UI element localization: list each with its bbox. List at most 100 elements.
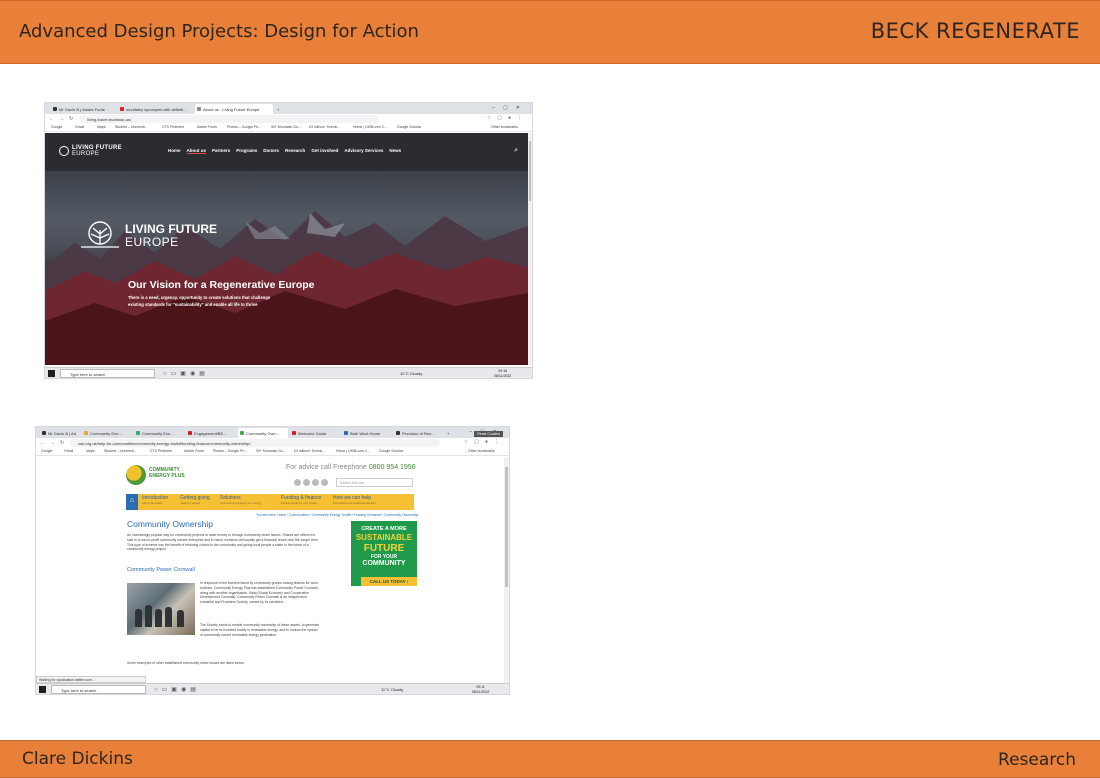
menu-item-donors[interactable]: Donors (263, 148, 279, 154)
scrollbar-thumb[interactable] (505, 467, 508, 587)
windows-start-icon[interactable] (39, 686, 46, 693)
weather-widget[interactable]: 11°C Cloudy (400, 371, 422, 376)
bookmark[interactable]: Google Scholar (379, 449, 403, 453)
bookmark[interactable]: Maps (86, 449, 95, 453)
nav-arrows-icon[interactable]: ←→↻ (40, 440, 69, 446)
taskbar-app-icons[interactable]: ○▭▣◉▤ (163, 370, 209, 377)
menu-item-programs[interactable]: Programs (236, 148, 257, 154)
tab-favicon-icon (292, 431, 296, 435)
browser-tab[interactable]: Mr Gavin B | Ad (40, 428, 80, 438)
bookmark[interactable]: Home | UKIB.com C... (336, 449, 370, 453)
footer-bar: Clare Dickins Research (0, 740, 1100, 778)
bookmark[interactable]: Google Scholar (397, 125, 421, 129)
site-menu: ⌂ Introduction About the toolkit Getting … (126, 494, 414, 510)
bookmark[interactable]: Google (41, 449, 52, 453)
taskbar-app-icons[interactable]: ○▭▣◉▤ (154, 686, 200, 693)
browser-status-bar: Waiting for syndication.twitter.com... (36, 676, 146, 683)
bookmark[interactable]: Home | UKIB.com C... (353, 125, 387, 129)
menu-item-how-we-can-help[interactable]: How we can help Our advice and additional… (333, 496, 376, 506)
bookmark[interactable]: Gmail (64, 449, 73, 453)
browser-tab-active[interactable]: About us - Living Future Europe (195, 104, 273, 114)
taskbar-search-input[interactable]: Type here to search (51, 685, 146, 694)
search-icon[interactable]: ⌕ (514, 147, 518, 155)
menu-item-introduction[interactable]: Introduction About the toolkit (142, 496, 168, 506)
scrollbar-thumb[interactable] (529, 141, 531, 201)
url-field[interactable]: living-future.eu/about-us/ (79, 115, 379, 123)
bookmark[interactable]: Photos – Google Ph... (213, 449, 247, 453)
bookmark[interactable]: £3 million+ Scenic... (294, 449, 325, 453)
new-tab-button[interactable]: + (276, 104, 284, 114)
call-us-button[interactable]: CALL US TODAY › (361, 577, 417, 586)
reset-cookies-button[interactable]: Reset Cookies (474, 431, 503, 437)
section-heading[interactable]: Community Power Cornwall (127, 567, 195, 573)
browser-tab[interactable]: Engagement/BE... (186, 428, 236, 438)
browser-tab[interactable]: Community Ene... (82, 428, 132, 438)
menu-item-get-involved[interactable]: Get involved (311, 148, 338, 154)
weather-widget[interactable]: 11°C Cloudy (381, 687, 403, 692)
bookmark[interactable]: Adobe Fonts (197, 125, 217, 129)
window-controls[interactable]: –▢✕ (492, 105, 528, 111)
browser-tab[interactable]: munitaley synonyms with definiti... (118, 104, 194, 114)
menu-item-research[interactable]: Research (285, 148, 305, 154)
tab-favicon-icon (197, 107, 201, 111)
menu-item-home[interactable]: Home (168, 148, 181, 154)
site-logo[interactable]: LIVING FUTURE EUROPE (59, 145, 122, 157)
breadcrumb[interactable]: You are here: Home / Communities / Commu… (256, 513, 418, 517)
bookmark[interactable]: Google (51, 125, 62, 129)
bookmark[interactable]: 30+ Mountain Gu... (256, 449, 286, 453)
section-label: Research (998, 750, 1076, 770)
bookmark[interactable]: Other bookmarks (468, 449, 495, 453)
bookmark[interactable]: CTS Pinterest (150, 449, 172, 453)
address-bar-row: ←→↻ living-future.eu/about-us/ ☆▢●⋮ (45, 114, 532, 124)
scrollbar[interactable] (528, 133, 532, 365)
windows-start-icon[interactable] (48, 370, 55, 377)
home-icon[interactable]: ⌂ (126, 494, 138, 510)
youtube-icon[interactable] (312, 479, 319, 486)
new-tab-button[interactable]: + (446, 428, 454, 438)
browser-tab[interactable]: Mr Gavin B | Adobe Fonts (51, 104, 117, 114)
browser-tab[interactable]: Provision of Ren... (394, 428, 444, 438)
bookmark[interactable]: Student – Universit... (115, 125, 148, 129)
screenshot-community-energy-plus: Mr Gavin B | Ad Community Ene... Communi… (36, 427, 509, 694)
site-search-input[interactable]: Search this site (336, 478, 413, 487)
hero-text: There is a need, urgency, opportunity to… (128, 295, 271, 307)
bookmark[interactable]: Photos – Google Ph... (227, 125, 261, 129)
scrollbar[interactable] (504, 457, 509, 683)
taskbar-search-input[interactable]: Type here to search (60, 369, 155, 378)
twitter-icon[interactable] (294, 479, 301, 486)
bookmark[interactable]: 30+ Mountain Gu... (271, 125, 301, 129)
bookmark[interactable]: CTS Pinterest (162, 125, 184, 129)
hero-heading: Our Vision for a Regenerative Europe (128, 279, 315, 291)
browser-tab-active[interactable]: Community Own... (238, 428, 288, 438)
menu-item-about-us[interactable]: About us (186, 148, 207, 154)
community-energy-logo-icon[interactable] (126, 465, 146, 485)
browser-tab[interactable]: Welcome Guide (290, 428, 340, 438)
facebook-icon[interactable] (303, 479, 310, 486)
nav-arrows-icon[interactable]: ←→↻ (49, 116, 78, 122)
tab-favicon-icon (240, 431, 244, 435)
bookmark[interactable]: Other bookmarks (491, 125, 518, 129)
taskbar-clock[interactable]: 09:11 08/11/2022 (472, 685, 489, 694)
menu-item-getting-going[interactable]: Getting going Setting a project (180, 496, 210, 506)
bookmark[interactable]: Student – Universit... (104, 449, 137, 453)
linkedin-icon[interactable] (321, 479, 328, 486)
menu-item-advisory-services[interactable]: Advisory Services (344, 148, 383, 154)
menu-item-news[interactable]: News (389, 148, 401, 154)
header-bar: Advanced Design Projects: Design for Act… (0, 0, 1100, 64)
toolbar-icons[interactable]: ☆▢●⋮ (464, 439, 505, 445)
bookmark[interactable]: £3 million+ Scenic... (309, 125, 340, 129)
url-field[interactable]: cep.org.uk/help-for-communities/communit… (70, 439, 440, 447)
bookmark[interactable]: Gmail (75, 125, 84, 129)
bookmark[interactable]: Maps (97, 125, 106, 129)
menu-item-solutions[interactable]: Solutions Technical & regulatory for ener… (220, 496, 261, 506)
site-navbar: LIVING FUTURE EUROPE Home About us Partne… (45, 133, 528, 171)
taskbar-clock[interactable]: 09:18 08/11/2022 (494, 369, 511, 378)
bookmark[interactable]: Adobe Fonts (184, 449, 204, 453)
toolbar-icons[interactable]: ☆▢●⋮ (487, 115, 528, 121)
menu-item-funding-finance[interactable]: Funding & finance Finding funds for your … (281, 496, 321, 506)
tab-favicon-icon (136, 431, 140, 435)
menu-item-partners[interactable]: Partners (212, 148, 230, 154)
browser-tab[interactable]: Community Eco... (134, 428, 184, 438)
site-logo-text[interactable]: COMMUNITY ENERGY PLUS (149, 467, 185, 479)
browser-tab[interactable]: Bath West Home (342, 428, 392, 438)
